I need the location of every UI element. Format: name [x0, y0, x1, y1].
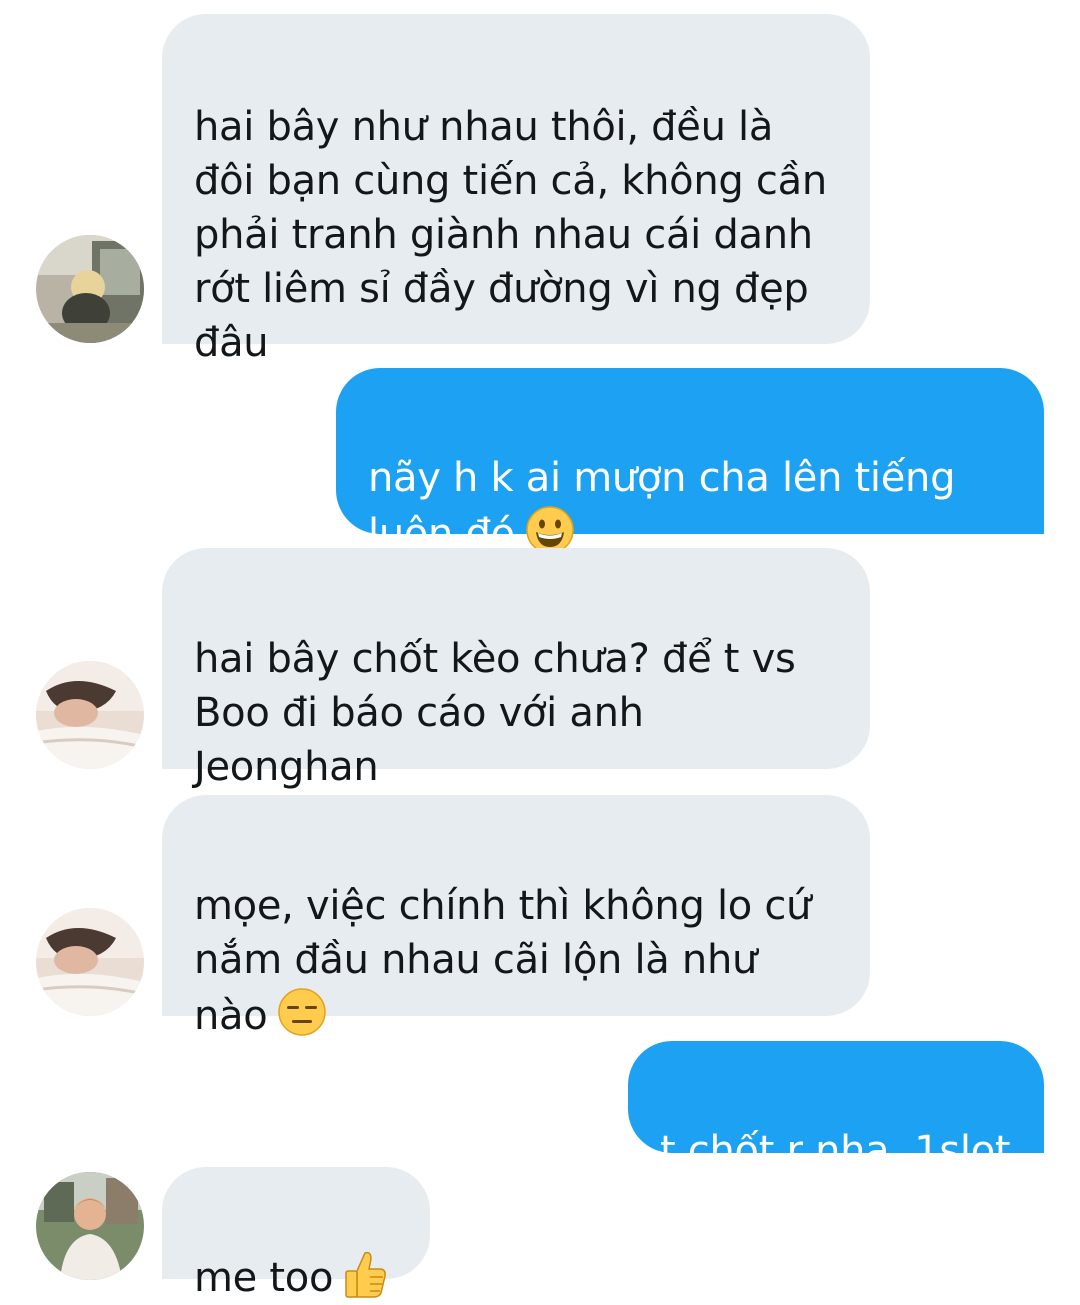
expressionless-face-icon [277, 987, 327, 1037]
message-bubble-incoming: mọe, việc chính thì không lo cứ nắm đầu … [162, 795, 870, 1039]
avatar-lying[interactable] [36, 661, 144, 769]
message-bubble-outgoing: nãy h k ai mượn cha lên tiếng luôn đó [336, 368, 1044, 557]
message-bubble-outgoing: t chốt r nha, 1slot [628, 1041, 1044, 1174]
message-bubble-incoming: me too [162, 1167, 430, 1301]
message-text: nãy h k ai mượn cha lên tiếng luôn đó [368, 455, 956, 557]
message-text: me too [194, 1255, 334, 1301]
message-text: hai bây chốt kèo chưa? để t vs Boo đi bá… [194, 636, 796, 790]
avatar-car-window[interactable] [36, 235, 144, 343]
message-text: t chốt r nha, 1slot [660, 1128, 1011, 1174]
message-text: hai bây như nhau thôi, đều là đôi bạn cù… [194, 104, 827, 366]
message-bubble-incoming: hai bây như nhau thôi, đều là đôi bạn cù… [162, 14, 870, 366]
thumbs-up-icon [343, 1249, 387, 1299]
message-bubble-incoming: hai bây chốt kèo chưa? để t vs Boo đi bá… [162, 548, 870, 790]
avatar-outdoor[interactable] [36, 1172, 144, 1280]
avatar-lying[interactable] [36, 908, 144, 1016]
